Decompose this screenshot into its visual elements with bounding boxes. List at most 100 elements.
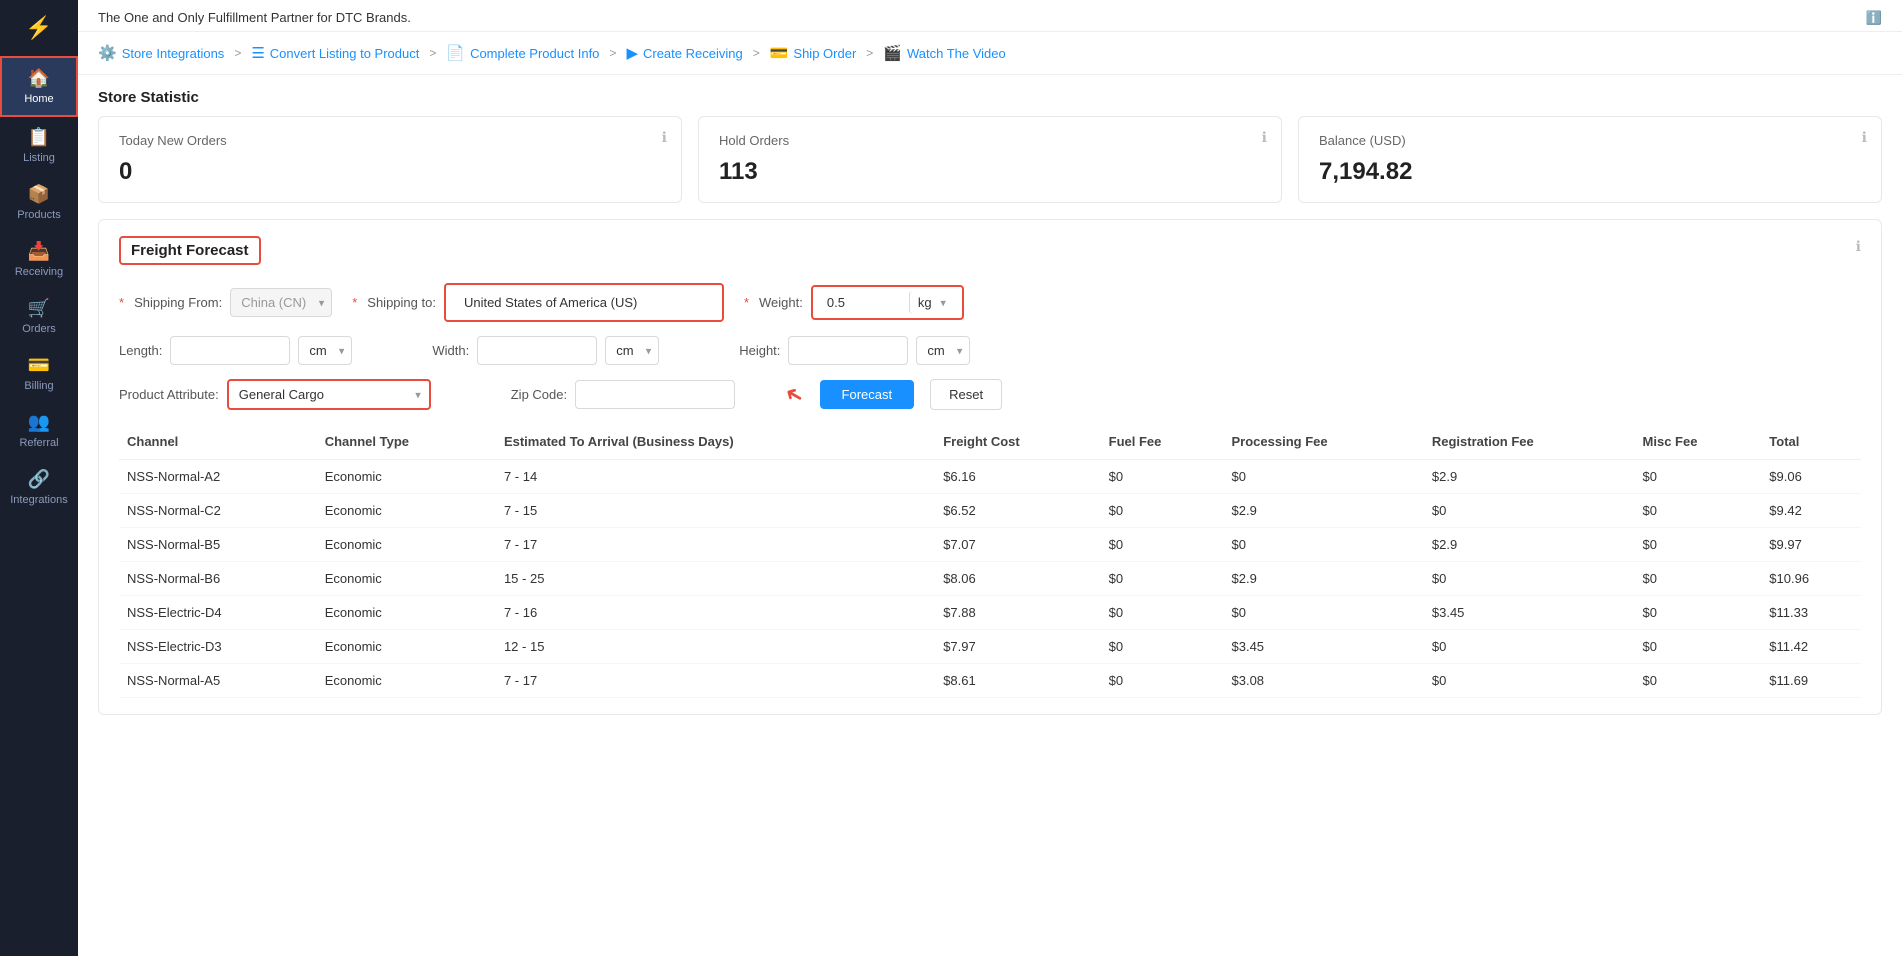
- sidebar-label-home: Home: [24, 93, 53, 105]
- width-unit-wrapper: cm: [605, 336, 659, 365]
- orders-icon: 🛒: [28, 298, 50, 319]
- table-row: NSS-Normal-A5 Economic 7 - 17 $8.61 $0 $…: [119, 664, 1861, 698]
- weight-unit-select[interactable]: kg: [909, 291, 954, 314]
- freight-info-icon[interactable]: ℹ: [1856, 238, 1861, 255]
- length-input[interactable]: [170, 336, 290, 365]
- product-attr-inner-wrapper: General Cargo: [229, 381, 429, 408]
- step-sep-4: >: [753, 46, 760, 60]
- cell-registration: $0: [1424, 664, 1635, 698]
- sidebar-item-referral[interactable]: 👥 Referral: [0, 402, 78, 459]
- cell-processing: $0: [1224, 528, 1424, 562]
- cell-misc: $0: [1635, 664, 1762, 698]
- cell-registration: $0: [1424, 630, 1635, 664]
- weight-input[interactable]: [821, 291, 901, 314]
- cell-registration: $2.9: [1424, 528, 1635, 562]
- sidebar-label-receiving: Receiving: [15, 266, 63, 278]
- sidebar-item-orders[interactable]: 🛒 Orders: [0, 288, 78, 345]
- table-header: Channel Channel Type Estimated To Arriva…: [119, 424, 1861, 460]
- cell-channel-type: Economic: [317, 630, 496, 664]
- cell-fuel: $0: [1101, 562, 1224, 596]
- zip-code-label: Zip Code:: [511, 387, 567, 402]
- form-row-2: Length: cm Width: cm Height: cm: [119, 336, 1861, 365]
- height-unit-select[interactable]: cm: [916, 336, 970, 365]
- cell-processing: $2.9: [1224, 562, 1424, 596]
- cell-freight: $6.16: [935, 460, 1100, 494]
- shipping-from-select[interactable]: China (CN): [230, 288, 332, 317]
- store-integrations-icon: ⚙️: [98, 44, 117, 62]
- sidebar-item-receiving[interactable]: 📥 Receiving: [0, 231, 78, 288]
- stat-info-icon-2[interactable]: ℹ: [1862, 129, 1867, 146]
- step-create-receiving[interactable]: ▶ Create Receiving: [626, 44, 742, 62]
- weight-unit-select-wrapper: kg: [909, 291, 954, 314]
- table-row: NSS-Normal-C2 Economic 7 - 15 $6.52 $0 $…: [119, 494, 1861, 528]
- table-row: NSS-Normal-B5 Economic 7 - 17 $7.07 $0 $…: [119, 528, 1861, 562]
- cell-eta: 7 - 17: [496, 664, 935, 698]
- sidebar-label-integrations: Integrations: [10, 494, 67, 506]
- integrations-icon: 🔗: [28, 469, 50, 490]
- sidebar-item-billing[interactable]: 💳 Billing: [0, 345, 78, 402]
- form-row-3: Product Attribute: General Cargo Zip Cod…: [119, 379, 1861, 410]
- shipping-from-select-wrapper: China (CN): [230, 288, 332, 317]
- col-header-registration: Registration Fee: [1424, 424, 1635, 460]
- height-input[interactable]: [788, 336, 908, 365]
- stat-info-icon-1[interactable]: ℹ: [1262, 129, 1267, 146]
- create-receiving-icon: ▶: [626, 44, 638, 62]
- cell-channel: NSS-Normal-B5: [119, 528, 317, 562]
- width-unit-select[interactable]: cm: [605, 336, 659, 365]
- cell-channel-type: Economic: [317, 596, 496, 630]
- cell-registration: $0: [1424, 494, 1635, 528]
- sidebar-item-integrations[interactable]: 🔗 Integrations: [0, 459, 78, 516]
- sidebar-item-listing[interactable]: 📋 Listing: [0, 117, 78, 174]
- complete-product-info-icon: 📄: [446, 44, 465, 62]
- required-star-from: *: [119, 295, 124, 310]
- freight-forecast-section: Freight Forecast ℹ * Shipping From: Chin…: [98, 219, 1882, 715]
- convert-listing-icon: ☰: [251, 44, 264, 62]
- cell-total: $11.69: [1761, 664, 1861, 698]
- step-watch-video[interactable]: 🎬 Watch The Video: [883, 44, 1005, 62]
- step-complete-product-info[interactable]: 📄 Complete Product Info: [446, 44, 599, 62]
- step-store-integrations[interactable]: ⚙️ Store Integrations: [98, 44, 224, 62]
- width-input[interactable]: [477, 336, 597, 365]
- sidebar-item-products[interactable]: 📦 Products: [0, 174, 78, 231]
- cell-total: $9.06: [1761, 460, 1861, 494]
- zip-code-input[interactable]: [575, 380, 735, 409]
- freight-forecast-title: Freight Forecast: [119, 236, 261, 265]
- width-label: Width:: [432, 343, 469, 358]
- cell-misc: $0: [1635, 630, 1762, 664]
- cell-channel: NSS-Normal-A5: [119, 664, 317, 698]
- referral-icon: 👥: [28, 412, 50, 433]
- cell-channel-type: Economic: [317, 528, 496, 562]
- stat-info-icon-0[interactable]: ℹ: [662, 129, 667, 146]
- height-label: Height:: [739, 343, 780, 358]
- cell-total: $10.96: [1761, 562, 1861, 596]
- product-attr-select[interactable]: General Cargo: [229, 381, 429, 408]
- form-group-shipping-to: * Shipping to: United States of America …: [352, 283, 724, 322]
- help-icon[interactable]: ℹ️: [1866, 10, 1882, 26]
- cell-fuel: $0: [1101, 460, 1224, 494]
- length-unit-select[interactable]: cm: [298, 336, 352, 365]
- stat-card-today-orders: Today New Orders 0 ℹ: [98, 116, 682, 203]
- stat-value-balance: 7,194.82: [1319, 158, 1861, 186]
- cell-channel-type: Economic: [317, 494, 496, 528]
- cell-processing: $3.45: [1224, 630, 1424, 664]
- stat-card-hold-orders: Hold Orders 113 ℹ: [698, 116, 1282, 203]
- cell-registration: $2.9: [1424, 460, 1635, 494]
- reset-button[interactable]: Reset: [930, 379, 1002, 410]
- table-row: NSS-Normal-A2 Economic 7 - 14 $6.16 $0 $…: [119, 460, 1861, 494]
- form-group-height: Height: cm: [739, 336, 970, 365]
- table-row: NSS-Electric-D4 Economic 7 - 16 $7.88 $0…: [119, 596, 1861, 630]
- step-convert-listing[interactable]: ☰ Convert Listing to Product: [251, 44, 419, 62]
- sidebar-item-home[interactable]: 🏠 Home: [0, 56, 78, 117]
- billing-icon: 💳: [28, 355, 50, 376]
- form-group-buttons: ➜ Forecast Reset: [785, 379, 1002, 410]
- table-row: NSS-Normal-B6 Economic 15 - 25 $8.06 $0 …: [119, 562, 1861, 596]
- col-header-fuel: Fuel Fee: [1101, 424, 1224, 460]
- cell-channel: NSS-Electric-D3: [119, 630, 317, 664]
- cell-freight: $7.88: [935, 596, 1100, 630]
- cell-channel: NSS-Normal-B6: [119, 562, 317, 596]
- forecast-button[interactable]: Forecast: [820, 380, 915, 409]
- step-ship-order[interactable]: 💳 Ship Order: [770, 44, 857, 62]
- weight-input-group: kg: [811, 285, 964, 320]
- required-star-to: *: [352, 295, 357, 310]
- shipping-to-select[interactable]: United States of America (US): [454, 289, 714, 316]
